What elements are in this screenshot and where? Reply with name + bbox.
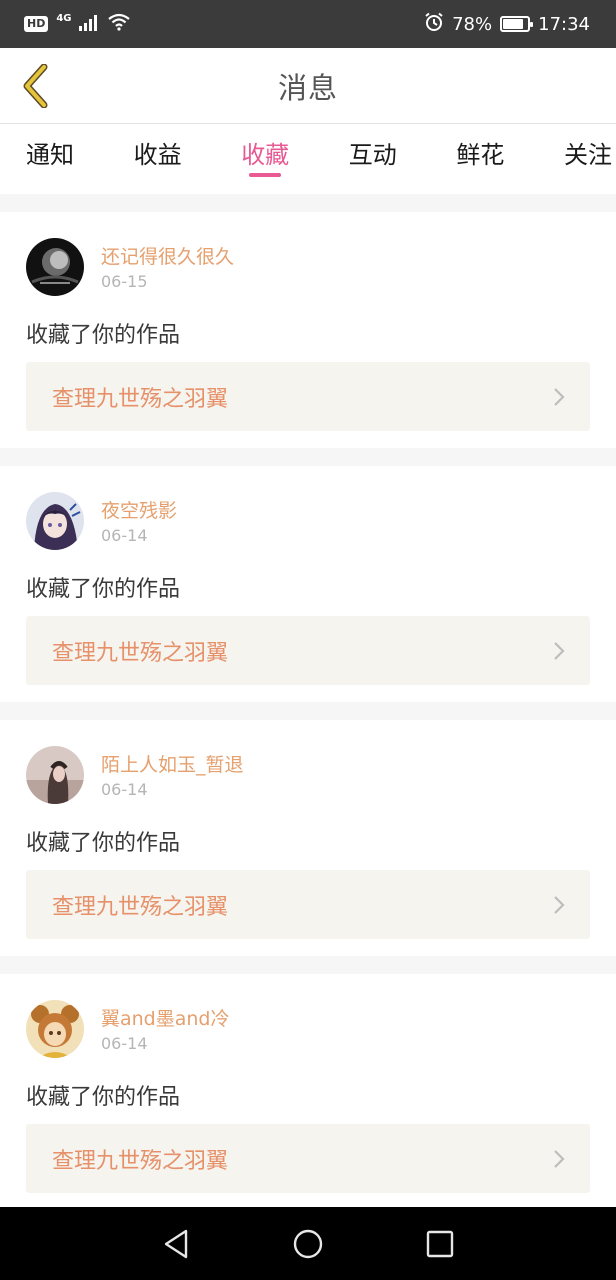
divider	[0, 956, 616, 974]
work-link[interactable]: 查理九世殇之羽翼	[26, 362, 590, 431]
wifi-icon	[107, 13, 130, 36]
work-link[interactable]: 查理九世殇之羽翼	[26, 870, 590, 939]
tab-label: 互动	[348, 141, 397, 169]
nav-recents-button[interactable]	[418, 1222, 462, 1266]
divider	[0, 448, 616, 466]
battery-percent: 78%	[452, 13, 493, 35]
signal-icon	[78, 13, 100, 36]
nav-home-icon	[293, 1229, 323, 1258]
app-header: 消息	[0, 48, 616, 124]
divider	[0, 194, 616, 212]
chevron-right-icon	[554, 388, 565, 406]
tab-interactions[interactable]: 互动	[347, 124, 399, 194]
chevron-right-icon	[554, 896, 565, 914]
nav-home-button[interactable]	[286, 1222, 330, 1266]
status-bar: HD 4G 78% 17:34	[0, 0, 616, 48]
status-bar-left: HD 4G	[24, 13, 130, 36]
active-tab-indicator	[249, 173, 282, 177]
tab-earnings[interactable]: 收益	[132, 124, 184, 194]
nav-recents-icon	[426, 1230, 454, 1257]
work-title: 查理九世殇之羽翼	[52, 386, 229, 412]
action-text: 收藏了你的作品	[26, 577, 181, 602]
chevron-right-icon	[554, 1150, 565, 1168]
network-type: 4G	[56, 12, 72, 24]
battery-icon	[500, 16, 534, 32]
action-text: 收藏了你的作品	[26, 1085, 181, 1110]
list-item: 夜空残影 06-14 收藏了你的作品 查理九世殇之羽翼	[0, 466, 616, 702]
tab-bar: 通知 收益 收藏 互动 鲜花 关注	[0, 124, 616, 194]
screen: HD 4G 78% 17:34 消息 通知 收益 收藏 互动 鲜花 关注 还记得…	[0, 0, 616, 1280]
list-item: 陌上人如玉_暂退 06-14 收藏了你的作品 查理九世殇之羽翼	[0, 720, 616, 956]
avatar[interactable]	[26, 1000, 84, 1058]
alarm-icon	[424, 12, 444, 37]
tab-flowers[interactable]: 鲜花	[454, 124, 506, 194]
system-nav-bar	[0, 1207, 616, 1280]
avatar[interactable]	[26, 492, 84, 550]
work-link[interactable]: 查理九世殇之羽翼	[26, 1124, 590, 1193]
nav-back-icon	[164, 1229, 188, 1258]
username[interactable]: 翼and墨and冷	[101, 1004, 230, 1031]
timestamp: 06-14	[101, 780, 148, 799]
timestamp: 06-14	[101, 526, 148, 545]
avatar[interactable]	[26, 746, 84, 804]
work-title: 查理九世殇之羽翼	[52, 1148, 229, 1174]
list-item: 翼and墨and冷 06-14 收藏了你的作品 查理九世殇之羽翼	[0, 974, 616, 1210]
username[interactable]: 夜空残影	[101, 496, 177, 523]
work-title: 查理九世殇之羽翼	[52, 640, 229, 666]
divider	[0, 702, 616, 720]
timestamp: 06-15	[101, 272, 148, 291]
tab-label: 鲜花	[456, 141, 505, 169]
status-bar-right: 78% 17:34	[424, 12, 590, 37]
action-text: 收藏了你的作品	[26, 831, 181, 856]
page-title: 消息	[277, 70, 338, 105]
favorites-list: 还记得很久很久 06-15 收藏了你的作品 查理九世殇之羽翼 夜空残影 06-1…	[0, 194, 616, 1210]
work-link[interactable]: 查理九世殇之羽翼	[26, 616, 590, 685]
action-text: 收藏了你的作品	[26, 323, 181, 348]
clock: 17:34	[538, 13, 590, 35]
tab-favorites[interactable]: 收藏	[239, 124, 291, 194]
timestamp: 06-14	[101, 1034, 148, 1053]
username[interactable]: 还记得很久很久	[101, 242, 234, 269]
back-button[interactable]	[14, 64, 58, 108]
tab-notifications[interactable]: 通知	[24, 124, 76, 194]
avatar[interactable]	[26, 238, 84, 296]
chevron-right-icon	[554, 642, 565, 660]
battery-level	[503, 19, 524, 29]
list-item: 还记得很久很久 06-15 收藏了你的作品 查理九世殇之羽翼	[0, 212, 616, 448]
work-title: 查理九世殇之羽翼	[52, 894, 229, 920]
username[interactable]: 陌上人如玉_暂退	[101, 750, 244, 777]
tab-label: 关注	[563, 141, 612, 169]
hd-badge: HD	[24, 16, 49, 32]
tab-label: 收藏	[241, 141, 290, 169]
chevron-left-icon	[23, 64, 48, 108]
nav-back-button[interactable]	[154, 1222, 198, 1266]
tab-label: 通知	[26, 141, 74, 169]
tab-label: 收益	[133, 141, 182, 169]
tab-follows[interactable]: 关注	[562, 124, 614, 194]
